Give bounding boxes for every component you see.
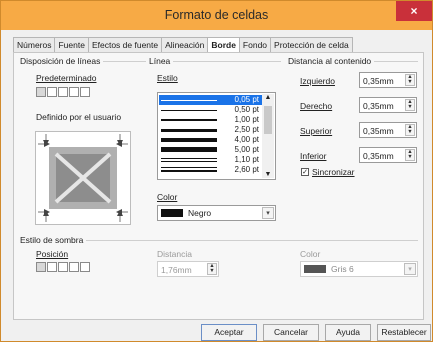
spin-arrows-icon: ▲ ▼ <box>405 99 415 111</box>
tab-proteccion-celda[interactable]: Protección de celda <box>270 37 353 52</box>
tab-alineacion[interactable]: Alineación <box>161 37 209 52</box>
spin-arrows-icon: ▲ ▼ <box>207 263 217 275</box>
line-style-option[interactable]: 5,00 pt <box>159 145 262 155</box>
line-style-option[interactable]: 4,00 pt <box>159 135 262 145</box>
preset-none-icon[interactable] <box>36 87 46 97</box>
shadow-color-select[interactable]: Gris 6 ▾ <box>300 261 418 277</box>
scroll-up-icon[interactable]: ▲ <box>262 94 274 101</box>
tab-bar: Números Fuente Efectos de fuente Alineac… <box>13 37 353 53</box>
padding-top-label: Superior <box>300 126 333 136</box>
user-defined-border-preview[interactable] <box>35 131 131 225</box>
padding-right-spinner[interactable]: 0,35mm ▲ ▼ <box>359 97 417 113</box>
padding-title: Distancia al contenido <box>288 56 375 66</box>
tab-numeros[interactable]: Números <box>13 37 56 52</box>
shadow-top-right-icon[interactable] <box>58 262 68 272</box>
line-style-list[interactable]: 0,05 pt 0,50 pt 1,00 pt 2,50 pt 4,00 pt … <box>157 92 276 180</box>
padding-top-spinner[interactable]: 0,35mm ▲ ▼ <box>359 122 417 138</box>
chevron-down-icon[interactable]: ▾ <box>262 207 274 219</box>
line-style-option[interactable]: 0,05 pt <box>159 95 262 105</box>
tab-efectos-fuente[interactable]: Efectos de fuente <box>87 37 163 52</box>
line-arrangement-title: Disposición de líneas <box>20 56 104 66</box>
line-style-option[interactable]: 1,00 pt <box>159 115 262 125</box>
shadow-none-icon[interactable] <box>36 262 46 272</box>
shadow-positions <box>36 262 90 272</box>
shadow-top-left-icon[interactable] <box>80 262 90 272</box>
tab-fuente[interactable]: Fuente <box>54 37 89 52</box>
preset-outer-icon[interactable] <box>47 87 57 97</box>
line-color-value: Negro <box>188 208 212 218</box>
spin-arrows-icon: ▲ ▼ <box>405 124 415 136</box>
ok-button[interactable]: Aceptar <box>201 324 257 341</box>
line-style-option[interactable]: 2,50 pt <box>159 125 262 135</box>
shadow-color-label: Color <box>300 249 321 259</box>
tab-borde[interactable]: Borde <box>207 37 240 53</box>
line-style-option[interactable]: 0,50 pt <box>159 105 262 115</box>
close-button[interactable]: × <box>396 1 432 21</box>
line-style-option[interactable]: 2,60 pt <box>159 165 262 175</box>
line-title: Línea <box>149 56 174 66</box>
dialog-window: Formato de celdas × Números Fuente Efect… <box>0 0 433 342</box>
user-defined-label: Definido por el usuario <box>36 112 122 122</box>
scroll-thumb[interactable] <box>264 106 272 134</box>
spin-arrows-icon: ▲ ▼ <box>405 74 415 86</box>
default-presets-label: Predeterminado <box>36 73 97 83</box>
shadow-bottom-right-icon[interactable] <box>47 262 57 272</box>
border-tab-panel: Disposición de líneas Predeterminado Def… <box>13 52 424 320</box>
line-style-scrollbar[interactable]: ▲ ▼ <box>262 94 274 178</box>
shadow-color-swatch <box>304 265 326 273</box>
padding-bottom-spinner[interactable]: 0,35mm ▲ ▼ <box>359 147 417 163</box>
cancel-button[interactable]: Cancelar <box>263 324 319 341</box>
shadow-distance-spinner[interactable]: 1,76mm ▲ ▼ <box>157 261 219 277</box>
line-color-select[interactable]: Negro ▾ <box>157 205 276 221</box>
sync-label: Sincronizar <box>312 167 355 177</box>
preset-outer-inner-icon[interactable] <box>58 87 68 97</box>
default-presets <box>36 87 90 97</box>
shadow-bottom-left-icon[interactable] <box>69 262 79 272</box>
padding-bottom-label: Inferior <box>300 151 327 161</box>
line-color-label: Color <box>157 192 178 202</box>
sync-checkbox[interactable]: ✓ <box>301 168 309 176</box>
padding-left-label: Izquierdo <box>300 76 335 86</box>
help-button[interactable]: Ayuda <box>325 324 371 341</box>
preset-horizontal-icon[interactable] <box>69 87 79 97</box>
spin-arrows-icon: ▲ ▼ <box>405 149 415 161</box>
title-bar[interactable]: Formato de celdas × <box>1 1 432 30</box>
shadow-title: Estilo de sombra <box>20 235 87 245</box>
shadow-distance-label: Distancia <box>157 249 192 259</box>
chevron-down-icon[interactable]: ▾ <box>404 263 416 275</box>
line-style-label: Estilo <box>157 73 178 83</box>
tab-fondo[interactable]: Fondo <box>238 37 272 52</box>
padding-right-label: Derecho <box>300 101 333 111</box>
dialog-title: Formato de celdas <box>164 8 269 22</box>
line-color-swatch <box>161 209 183 217</box>
scroll-down-icon[interactable]: ▼ <box>262 171 274 178</box>
shadow-position-label: Posición <box>36 249 69 259</box>
shadow-color-value: Gris 6 <box>331 264 354 274</box>
border-preview-graphic <box>38 134 128 222</box>
padding-left-spinner[interactable]: 0,35mm ▲ ▼ <box>359 72 417 88</box>
line-style-option[interactable]: 1,10 pt <box>159 155 262 165</box>
reset-button[interactable]: Restablecer <box>377 324 431 341</box>
preset-diagonal-icon[interactable] <box>80 87 90 97</box>
